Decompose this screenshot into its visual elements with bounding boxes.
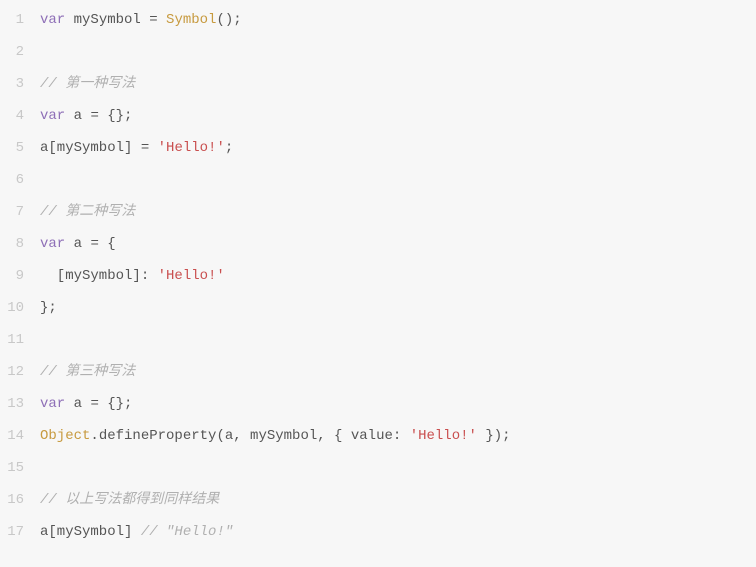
code-line: 1var mySymbol = Symbol(); <box>0 4 756 36</box>
token-cmt: // 第二种写法 <box>40 204 135 220</box>
code-content: Object.defineProperty(a, mySymbol, { val… <box>40 420 511 452</box>
code-line: 6 <box>0 164 756 196</box>
code-line: 17a[mySymbol] // "Hello!" <box>0 516 756 548</box>
token-op: = <box>90 108 107 124</box>
code-content: // 第二种写法 <box>40 196 135 228</box>
token-str: 'Hello!' <box>410 428 477 444</box>
token-str: 'Hello!' <box>158 140 225 156</box>
token-ident: (); <box>216 12 241 28</box>
line-number: 17 <box>0 516 40 548</box>
code-content: var a = { <box>40 228 116 260</box>
line-number: 11 <box>0 324 40 356</box>
token-kw: var <box>40 108 65 124</box>
token-ident: a[mySymbol] <box>40 524 141 540</box>
code-content: [mySymbol]: 'Hello!' <box>40 260 225 292</box>
token-ident: a <box>65 396 90 412</box>
token-fn: Symbol <box>166 12 216 28</box>
token-ident: {}; <box>107 396 132 412</box>
code-line: 7// 第二种写法 <box>0 196 756 228</box>
token-str: 'Hello!' <box>158 268 225 284</box>
token-ident: a <box>65 108 90 124</box>
code-line: 11 <box>0 324 756 356</box>
line-number: 16 <box>0 484 40 516</box>
line-number: 14 <box>0 420 40 452</box>
code-content: }; <box>40 292 57 324</box>
token-cmt: // "Hello!" <box>141 524 233 540</box>
code-line: 16// 以上写法都得到同样结果 <box>0 484 756 516</box>
token-kw: var <box>40 396 65 412</box>
token-ident: value <box>351 428 393 444</box>
token-ident: .defineProperty(a, mySymbol, { <box>90 428 350 444</box>
token-cmt: // 第三种写法 <box>40 364 135 380</box>
line-number: 6 <box>0 164 40 196</box>
token-ident: { <box>107 236 115 252</box>
code-content: var mySymbol = Symbol(); <box>40 4 242 36</box>
token-ident: {}; <box>107 108 132 124</box>
token-obj: Object <box>40 428 90 444</box>
code-content: // 以上写法都得到同样结果 <box>40 484 219 516</box>
code-line: 5a[mySymbol] = 'Hello!'; <box>0 132 756 164</box>
line-number: 12 <box>0 356 40 388</box>
token-cmt: // 以上写法都得到同样结果 <box>40 492 219 508</box>
code-line: 3// 第一种写法 <box>0 68 756 100</box>
token-ident: a[mySymbol] <box>40 140 141 156</box>
line-number: 10 <box>0 292 40 324</box>
token-ident: }; <box>40 300 57 316</box>
code-block: 1var mySymbol = Symbol();23// 第一种写法4var … <box>0 0 756 552</box>
code-content: a[mySymbol] // "Hello!" <box>40 516 233 548</box>
token-ident: a <box>65 236 90 252</box>
line-number: 9 <box>0 260 40 292</box>
token-ident: ; <box>225 140 233 156</box>
token-op: = <box>141 140 158 156</box>
token-ident: : <box>393 428 410 444</box>
line-number: 5 <box>0 132 40 164</box>
line-number: 1 <box>0 4 40 36</box>
token-kw: var <box>40 12 65 28</box>
token-ident: [mySymbol]: <box>40 268 158 284</box>
code-line: 10}; <box>0 292 756 324</box>
token-kw: var <box>40 236 65 252</box>
code-content: var a = {}; <box>40 100 132 132</box>
token-op: = <box>149 12 166 28</box>
line-number: 13 <box>0 388 40 420</box>
line-number: 2 <box>0 36 40 68</box>
token-op: = <box>90 236 107 252</box>
code-line: 2 <box>0 36 756 68</box>
token-ident: mySymbol <box>65 12 149 28</box>
code-line: 15 <box>0 452 756 484</box>
line-number: 4 <box>0 100 40 132</box>
code-line: 8var a = { <box>0 228 756 260</box>
line-number: 15 <box>0 452 40 484</box>
code-line: 4var a = {}; <box>0 100 756 132</box>
code-line: 14Object.defineProperty(a, mySymbol, { v… <box>0 420 756 452</box>
code-content: a[mySymbol] = 'Hello!'; <box>40 132 233 164</box>
code-content: // 第一种写法 <box>40 68 135 100</box>
token-cmt: // 第一种写法 <box>40 76 135 92</box>
code-line: 12// 第三种写法 <box>0 356 756 388</box>
code-line: 13var a = {}; <box>0 388 756 420</box>
code-line: 9 [mySymbol]: 'Hello!' <box>0 260 756 292</box>
token-ident: }); <box>477 428 511 444</box>
code-content: var a = {}; <box>40 388 132 420</box>
line-number: 8 <box>0 228 40 260</box>
code-content: // 第三种写法 <box>40 356 135 388</box>
token-op: = <box>90 396 107 412</box>
line-number: 3 <box>0 68 40 100</box>
line-number: 7 <box>0 196 40 228</box>
